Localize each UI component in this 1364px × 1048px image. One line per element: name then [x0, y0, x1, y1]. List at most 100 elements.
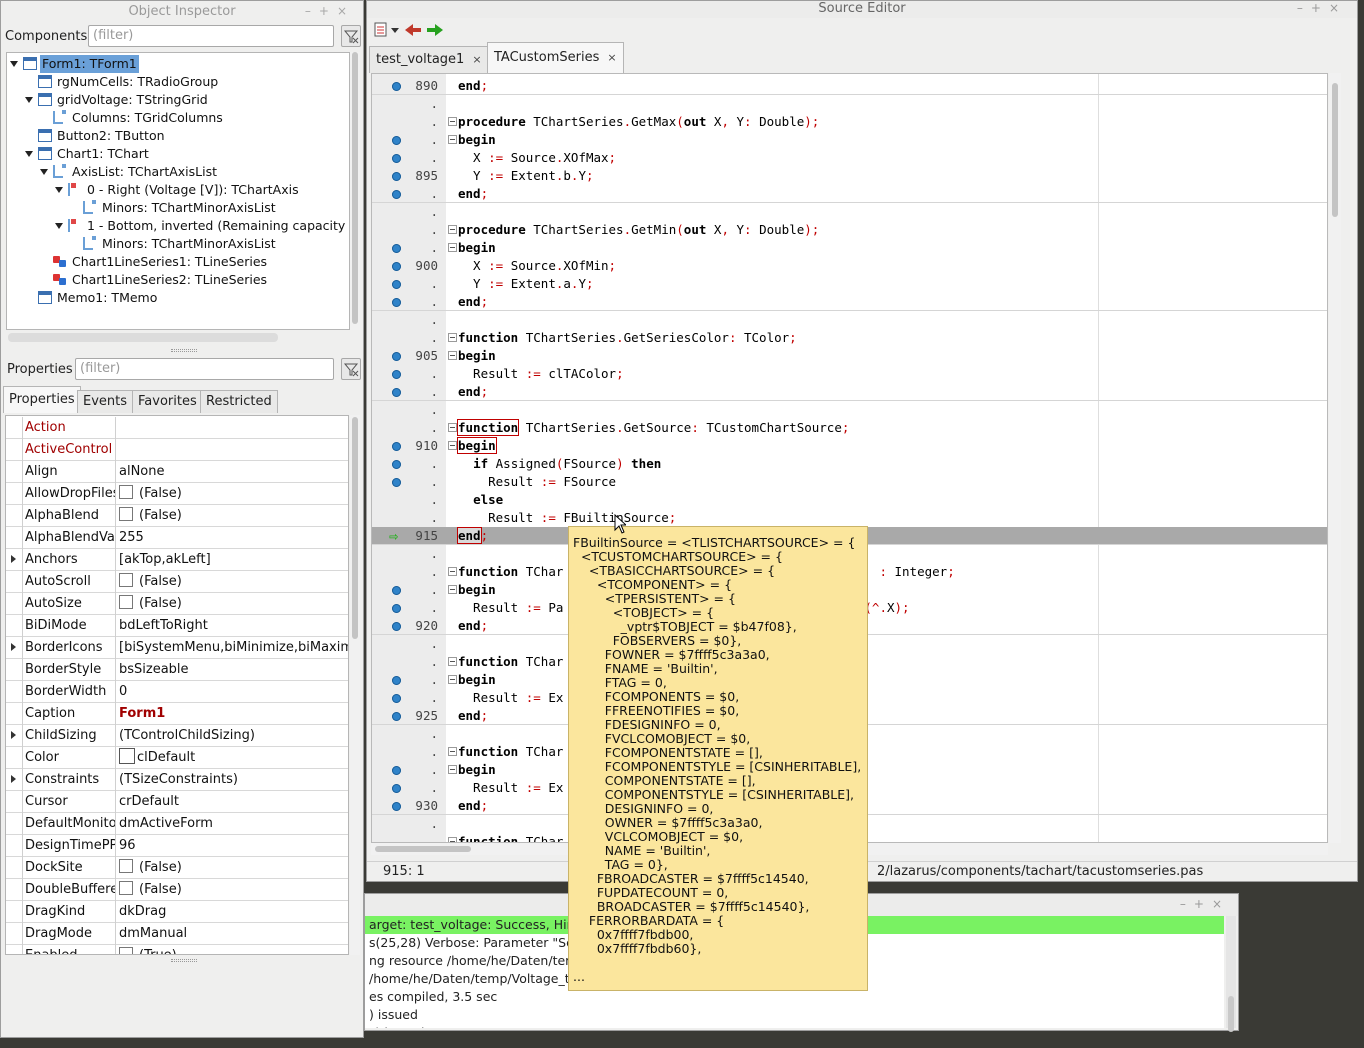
dropdown-arrow-icon[interactable]	[391, 28, 399, 33]
source-editor-window-buttons[interactable]: –+×	[1297, 1, 1347, 15]
expand-triangle-icon[interactable]	[10, 61, 18, 67]
tab-restricted[interactable]: Restricted	[200, 390, 278, 413]
property-row[interactable]: Anchors [akTop,akLeft]	[6, 549, 348, 571]
fold-toggle-icon[interactable]	[448, 567, 457, 576]
properties-filter-clear-button[interactable]	[341, 358, 361, 380]
messages-window-buttons[interactable]: –+×	[1180, 897, 1230, 911]
message-line[interactable]: ) issued	[365, 1006, 1224, 1024]
property-row[interactable]: DefaultMonitor dmActiveForm	[6, 813, 348, 835]
property-value[interactable]: dkDrag	[119, 901, 348, 922]
property-value[interactable]: 96	[119, 835, 348, 856]
fold-toggle-icon[interactable]	[448, 441, 457, 450]
checkbox[interactable]	[119, 573, 133, 587]
property-value[interactable]: crDefault	[119, 791, 348, 812]
property-value[interactable]: [biSystemMenu,biMinimize,biMaximize	[119, 637, 348, 658]
property-value[interactable]: bsSizeable	[119, 659, 348, 680]
property-row[interactable]: Caption Form1	[6, 703, 348, 725]
property-value[interactable]: (TControlChildSizing)	[119, 725, 348, 746]
fold-toggle-icon[interactable]	[448, 747, 457, 756]
tree-node[interactable]: Button2: TButton	[7, 127, 349, 145]
property-value[interactable]: (False)	[119, 857, 348, 878]
tree-node[interactable]: Memo1: TMemo	[7, 289, 349, 307]
expand-triangle-icon[interactable]	[55, 187, 63, 193]
property-row[interactable]: ActiveControl	[6, 439, 348, 461]
tree-node[interactable]: rgNumCells: TRadioGroup	[7, 73, 349, 91]
property-value[interactable]: 255	[119, 527, 348, 548]
property-grid[interactable]: Action ActiveControl Align alNone AllowDropF…	[5, 415, 349, 955]
expand-arrow-icon[interactable]	[11, 555, 16, 563]
tree-node[interactable]: 1 - Bottom, inverted (Remaining capacity…	[7, 217, 349, 235]
property-row[interactable]: AutoScroll (False)	[6, 571, 348, 593]
jump-back-icon[interactable]	[405, 24, 421, 36]
component-tree[interactable]: Form1: TForm1 rgNumCells: TRadioGroup grid…	[6, 52, 350, 330]
jump-forward-icon[interactable]	[427, 24, 443, 36]
property-value[interactable]: (False)	[119, 879, 348, 900]
fold-toggle-icon[interactable]	[448, 675, 457, 684]
property-value[interactable]: bdLeftToRight	[119, 615, 348, 636]
property-row[interactable]: Align alNone	[6, 461, 348, 483]
editor-tab[interactable]: TACustomSeries ×	[487, 42, 624, 73]
component-tree-hscrollbar[interactable]	[8, 333, 278, 342]
fold-toggle-icon[interactable]	[448, 225, 457, 234]
tab-events[interactable]: Events	[77, 390, 134, 413]
tree-node[interactable]: Chart1LineSeries2: TLineSeries	[7, 271, 349, 289]
components-filter-input[interactable]: (filter)	[88, 25, 334, 47]
property-row[interactable]: BorderWidth 0	[6, 681, 348, 703]
property-value[interactable]: (False)	[119, 571, 348, 592]
property-grid-scrollbar[interactable]	[350, 415, 360, 955]
expand-arrow-icon[interactable]	[11, 643, 16, 651]
fold-toggle-icon[interactable]	[448, 423, 457, 432]
expand-triangle-icon[interactable]	[55, 223, 63, 229]
property-row[interactable]: Action	[6, 417, 348, 439]
property-row[interactable]: Color clDefault	[6, 747, 348, 769]
fold-toggle-icon[interactable]	[448, 585, 457, 594]
checkbox[interactable]	[119, 859, 133, 873]
property-value[interactable]: Form1	[119, 703, 348, 724]
fold-toggle-icon[interactable]	[448, 765, 457, 774]
fold-toggle-icon[interactable]	[448, 135, 457, 144]
messages-scrollbar[interactable]	[1226, 916, 1236, 1032]
property-value[interactable]: alNone	[119, 461, 348, 482]
checkbox[interactable]	[119, 881, 133, 895]
property-value[interactable]: (False)	[119, 505, 348, 526]
property-row[interactable]: BiDiMode bdLeftToRight	[6, 615, 348, 637]
expand-arrow-icon[interactable]	[11, 731, 16, 739]
message-line[interactable]: s) issued	[365, 1024, 1224, 1028]
tab-favorites[interactable]: Favorites	[132, 390, 203, 413]
property-value[interactable]: (TSizeConstraints)	[119, 769, 348, 790]
property-value[interactable]: (True)	[119, 945, 348, 954]
property-row[interactable]: AllowDropFiles (False)	[6, 483, 348, 505]
checkbox[interactable]	[119, 507, 133, 521]
fold-toggle-icon[interactable]	[448, 657, 457, 666]
tree-node[interactable]: 0 - Right (Voltage [V]): TChartAxis	[7, 181, 349, 199]
fold-toggle-icon[interactable]	[448, 351, 457, 360]
fold-toggle-icon[interactable]	[448, 333, 457, 342]
property-row[interactable]: AutoSize (False)	[6, 593, 348, 615]
expand-arrow-icon[interactable]	[11, 775, 16, 783]
tree-node[interactable]: Form1: TForm1	[7, 55, 349, 73]
close-icon[interactable]: ×	[607, 51, 616, 64]
fold-toggle-icon[interactable]	[448, 117, 457, 126]
property-row[interactable]: DragKind dkDrag	[6, 901, 348, 923]
property-row[interactable]: AlphaBlendValue 255	[6, 527, 348, 549]
property-row[interactable]: AlphaBlend (False)	[6, 505, 348, 527]
object-inspector-window-buttons[interactable]: –+×	[305, 4, 355, 18]
tree-node[interactable]: Chart1LineSeries1: TLineSeries	[7, 253, 349, 271]
tree-node[interactable]: Minors: TChartMinorAxisList	[7, 199, 349, 217]
checkbox[interactable]	[119, 595, 133, 609]
property-row[interactable]: DesignTimePPI 96	[6, 835, 348, 857]
tree-node[interactable]: gridVoltage: TStringGrid	[7, 91, 349, 109]
editor-vertical-scrollbar[interactable]	[1329, 73, 1341, 843]
tab-properties[interactable]: Properties	[3, 386, 81, 413]
property-row[interactable]: BorderIcons [biSystemMenu,biMinimize,biMa…	[6, 637, 348, 659]
property-value[interactable]: dmActiveForm	[119, 813, 348, 834]
tree-node[interactable]: Columns: TGridColumns	[7, 109, 349, 127]
fold-toggle-icon[interactable]	[448, 243, 457, 252]
tree-node[interactable]: Minors: TChartMinorAxisList	[7, 235, 349, 253]
properties-filter-input[interactable]: (filter)	[75, 358, 334, 380]
components-filter-clear-button[interactable]	[341, 25, 361, 47]
property-row[interactable]: DoubleBuffered (False)	[6, 879, 348, 901]
property-value[interactable]: (False)	[119, 483, 348, 504]
property-row[interactable]: DragMode dmManual	[6, 923, 348, 945]
checkbox[interactable]	[119, 947, 133, 954]
